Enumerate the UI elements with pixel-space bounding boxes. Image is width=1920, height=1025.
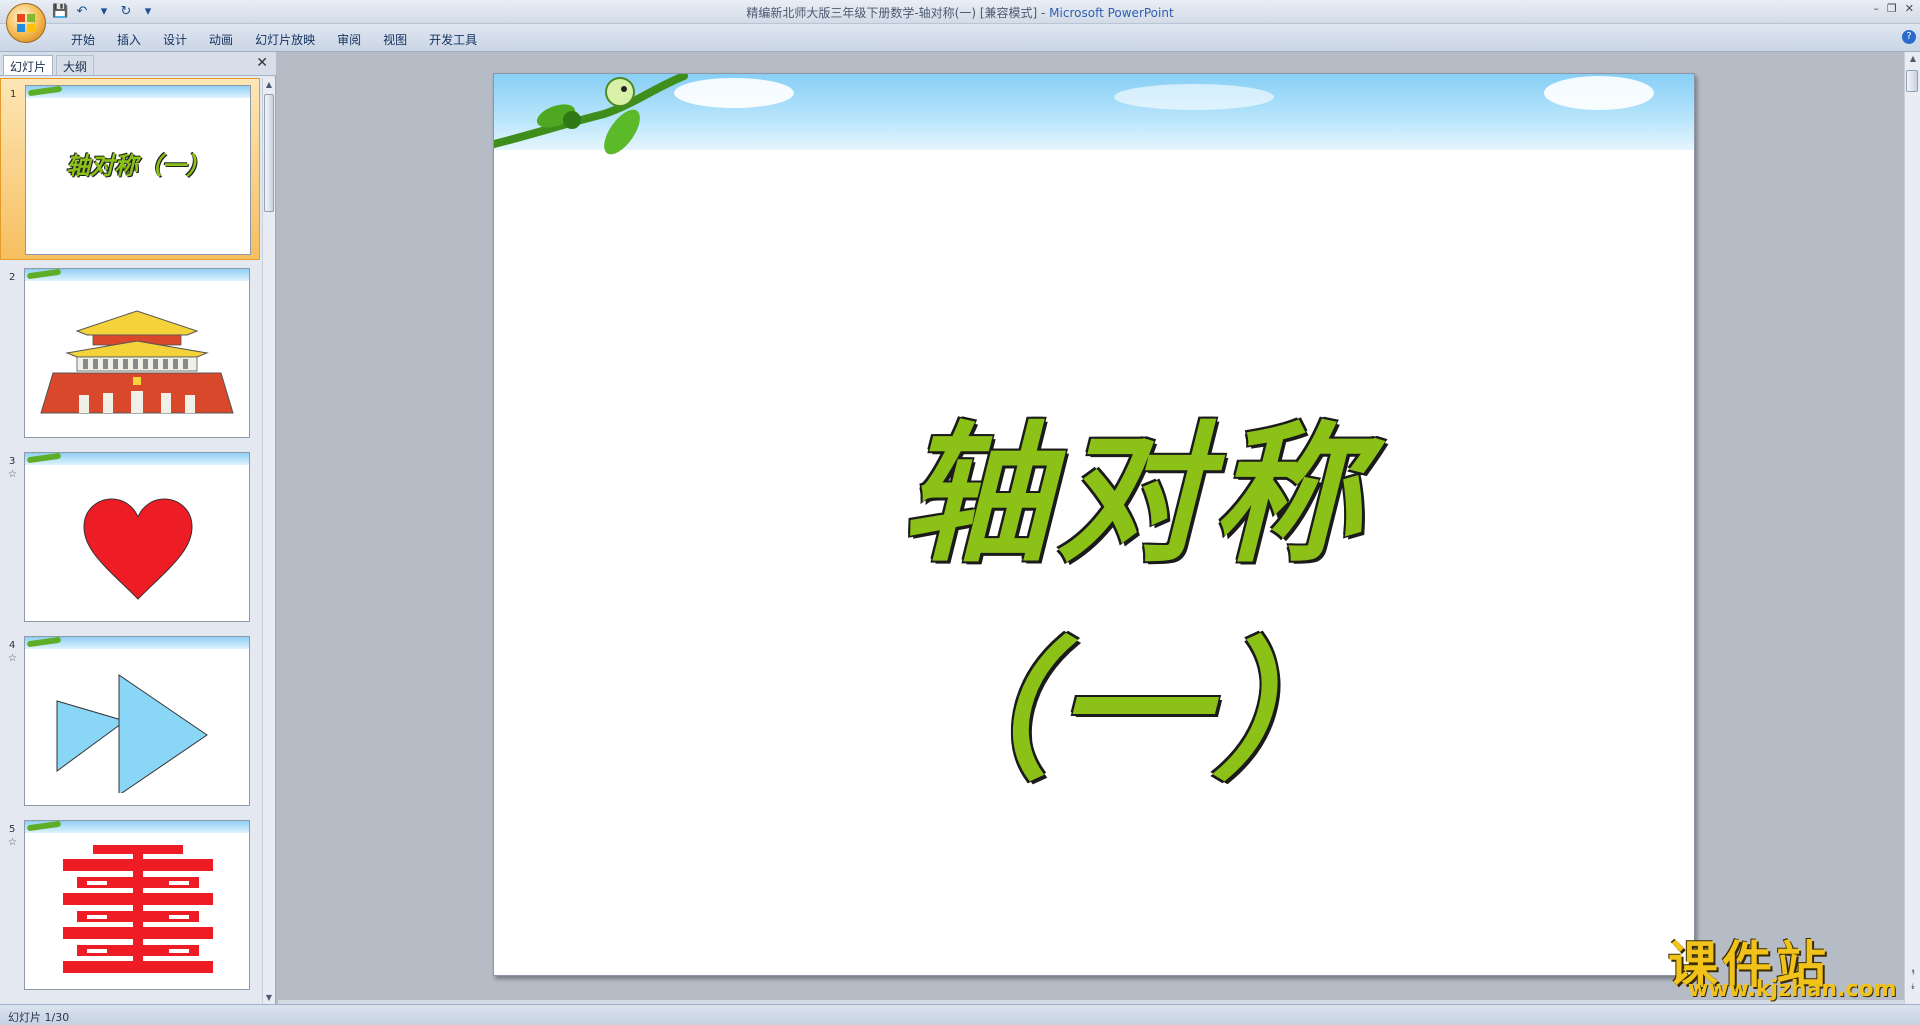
slide-thumbnail-1[interactable]: 1 轴对称（一） (0, 78, 260, 260)
office-button[interactable] (6, 3, 46, 43)
document-title: 精编新北师大版三年级下册数学-轴对称(一) [兼容模式] - (746, 6, 1046, 20)
editor-scrollbar[interactable]: ▲ ⯭ ⯯ (1904, 52, 1920, 1004)
title-bar: 💾 ↶ ▾ ↻ ▾ 精编新北师大版三年级下册数学-轴对称(一) [兼容模式] - Mic… (0, 0, 1920, 24)
double-happiness-icon (63, 845, 213, 973)
animation-star-icon: ☆ (8, 469, 17, 480)
vine-leaf-icon (494, 74, 688, 155)
slide-thumbnail-5[interactable]: 5 ☆ (0, 814, 260, 996)
slide-number: 2 (9, 272, 16, 283)
thumbnail-canvas (24, 820, 250, 990)
ribbon-tab-bar: 开始 插入 设计 动画 幻灯片放映 审阅 视图 开发工具 ? (0, 24, 1920, 52)
scroll-thumb[interactable] (1906, 70, 1918, 92)
slide-title[interactable]: 轴对称（一） (784, 374, 1484, 808)
slide-thumbnail-3[interactable]: 3 ☆ (0, 446, 260, 628)
slide-thumbnail-4[interactable]: 4 ☆ (0, 630, 260, 812)
slide-number: 1 (10, 89, 17, 100)
tab-slides[interactable]: 幻灯片 (3, 55, 54, 75)
slides-pane: 幻灯片 大纲 ✕ 1 轴对称（一） 2 3 ☆ 4 ☆ 5 ☆ ▲ ▼ (0, 52, 276, 1004)
slide-number: 4 (9, 640, 16, 651)
tab-outline[interactable]: 大纲 (56, 55, 95, 75)
animation-star-icon: ☆ (8, 837, 17, 848)
restore-button[interactable]: ❐ (1887, 2, 1897, 15)
pane-tabs: 幻灯片 大纲 ✕ (0, 52, 276, 76)
minimize-button[interactable]: – (1873, 2, 1879, 15)
thumbnail-canvas (24, 452, 250, 622)
tab-animations[interactable]: 动画 (198, 29, 244, 51)
thumbnail-title: 轴对称（一） (66, 151, 210, 180)
ribbon-tabs: 开始 插入 设计 动画 幻灯片放映 审阅 视图 开发工具 (60, 29, 488, 51)
tab-home[interactable]: 开始 (60, 29, 106, 51)
window-controls: – ❐ ✕ (1873, 2, 1914, 15)
office-logo-icon (17, 14, 36, 33)
tab-review[interactable]: 审阅 (326, 29, 372, 51)
tab-developer[interactable]: 开发工具 (418, 29, 488, 51)
tab-insert[interactable]: 插入 (106, 29, 152, 51)
current-slide[interactable]: 轴对称（一） (493, 73, 1695, 976)
thumbnail-canvas: 轴对称（一） (25, 85, 251, 255)
tab-slide-show[interactable]: 幻灯片放映 (244, 29, 326, 51)
thumbnail-canvas (24, 636, 250, 806)
slide-thumbnail-2[interactable]: 2 (0, 262, 260, 444)
heart-icon (83, 498, 193, 600)
close-button[interactable]: ✕ (1905, 2, 1914, 15)
scroll-up-icon[interactable]: ▲ (1907, 54, 1919, 63)
slide-number: 5 (9, 824, 16, 835)
scroll-down-icon[interactable]: ▼ (263, 993, 275, 1002)
animation-star-icon: ☆ (8, 653, 17, 664)
tab-view[interactable]: 视图 (372, 29, 418, 51)
watermark-url: www.kjzhan.com (1688, 977, 1897, 1002)
app-name: Microsoft PowerPoint (1049, 6, 1174, 20)
cloud-shape (1114, 84, 1274, 110)
next-slide-icon[interactable]: ⯯ (1907, 982, 1919, 992)
slide-editor: 轴对称（一） (278, 52, 1901, 1004)
slide-number: 3 (9, 456, 16, 467)
scroll-thumb[interactable] (264, 94, 274, 212)
close-pane-icon[interactable]: ✕ (256, 55, 268, 71)
scroll-up-icon[interactable]: ▲ (263, 80, 275, 89)
tiananmen-icon (40, 310, 234, 414)
thumbnail-canvas (24, 268, 250, 438)
status-bar: 幻灯片 1/30 (0, 1004, 1920, 1025)
help-icon[interactable]: ? (1902, 30, 1916, 44)
thumbnail-scrollbar[interactable]: ▲ ▼ (262, 78, 275, 1004)
cloud-shape (1544, 76, 1654, 110)
tab-design[interactable]: 设计 (152, 29, 198, 51)
watermark-logo: 课件站 www.kjzhan.com (1668, 925, 1908, 1005)
previous-slide-icon[interactable]: ⯭ (1907, 968, 1919, 978)
thumbnail-list: 1 轴对称（一） 2 3 ☆ 4 ☆ 5 ☆ (0, 78, 260, 1004)
window-title: 精编新北师大版三年级下册数学-轴对称(一) [兼容模式] - Microsoft… (0, 4, 1920, 21)
double-arrow-icon (56, 674, 208, 793)
slide-counter: 幻灯片 1/30 (8, 1011, 70, 1024)
